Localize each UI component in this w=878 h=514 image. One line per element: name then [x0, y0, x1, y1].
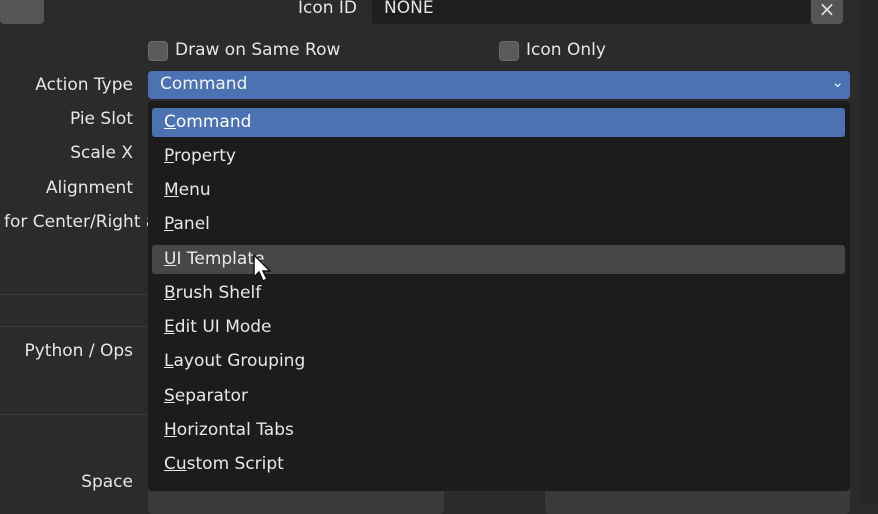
menu-item-brush-shelf[interactable]: Brush Shelf [152, 279, 845, 308]
icon-id-field[interactable]: NONE [372, 0, 812, 24]
top-left-button[interactable] [0, 0, 44, 24]
icon-id-value: NONE [384, 0, 434, 18]
menu-item-label: ommand [175, 112, 252, 132]
menu-item-label: roperty [173, 146, 236, 166]
scale-x-label: Scale X [70, 143, 133, 163]
menu-item-mnemonic: H [164, 420, 177, 440]
action-type-menu: Command Property Menu Panel UI Template … [148, 101, 850, 491]
action-type-selected: Command [160, 74, 248, 94]
menu-item-label: eparator [174, 386, 248, 406]
menu-item-label: ayout Grouping [173, 351, 306, 371]
menu-item-mnemonic: C [164, 112, 176, 132]
menu-item-edit-ui-mode[interactable]: Edit UI Mode [152, 313, 845, 342]
menu-item-layout-grouping[interactable]: Layout Grouping [152, 347, 845, 376]
chevron-down-icon: ⌄ [831, 73, 844, 91]
draw-same-row-label: Draw on Same Row [175, 40, 341, 60]
menu-item-mnemonic: E [164, 317, 175, 337]
menu-item-panel[interactable]: Panel [152, 210, 845, 239]
menu-item-mnemonic: U [164, 249, 177, 269]
icon-only-label: Icon Only [526, 40, 606, 60]
menu-item-mnemonic: B [164, 283, 176, 303]
alignment-label: Alignment [45, 178, 133, 198]
menu-item-mnemonic: S [164, 386, 175, 406]
action-type-dropdown[interactable]: Command ⌄ [148, 71, 850, 99]
pie-slot-label: Pie Slot [69, 109, 133, 129]
menu-item-label: enu [178, 180, 211, 200]
divider [0, 326, 150, 327]
icon-id-label: Icon ID [297, 0, 357, 18]
menu-item-mnemonic: Cu [164, 454, 187, 474]
menu-item-label: dit UI Mode [174, 317, 272, 337]
action-type-label: Action Type [35, 75, 133, 95]
divider [0, 294, 150, 295]
mouse-cursor-icon [253, 253, 272, 283]
menu-item-label: orizontal Tabs [176, 420, 294, 440]
menu-item-horizontal-tabs[interactable]: Horizontal Tabs [152, 416, 845, 445]
menu-item-menu[interactable]: Menu [152, 176, 845, 205]
menu-item-mnemonic: P [164, 146, 174, 166]
divider [0, 414, 150, 415]
menu-item-mnemonic: P [164, 214, 174, 234]
python-ops-label: Python / Ops [24, 341, 134, 361]
icon-only-checkbox[interactable] [499, 41, 519, 61]
x-icon[interactable]: × [811, 0, 843, 24]
menu-item-command[interactable]: Command [152, 108, 845, 137]
menu-item-custom-script[interactable]: Custom Script [152, 450, 845, 479]
space-label: Space [81, 472, 133, 492]
menu-item-property[interactable]: Property [152, 142, 845, 171]
draw-same-row-checkbox[interactable] [148, 41, 168, 61]
menu-item-label: anel [173, 214, 210, 234]
menu-item-label: rush Shelf [175, 283, 262, 303]
center-right-label: for Center/Right a [4, 212, 157, 232]
menu-item-mnemonic: M [164, 180, 179, 200]
menu-item-label: stom Script [186, 454, 284, 474]
scrollbar[interactable] [860, 0, 878, 503]
menu-item-separator[interactable]: Separator [152, 382, 845, 411]
